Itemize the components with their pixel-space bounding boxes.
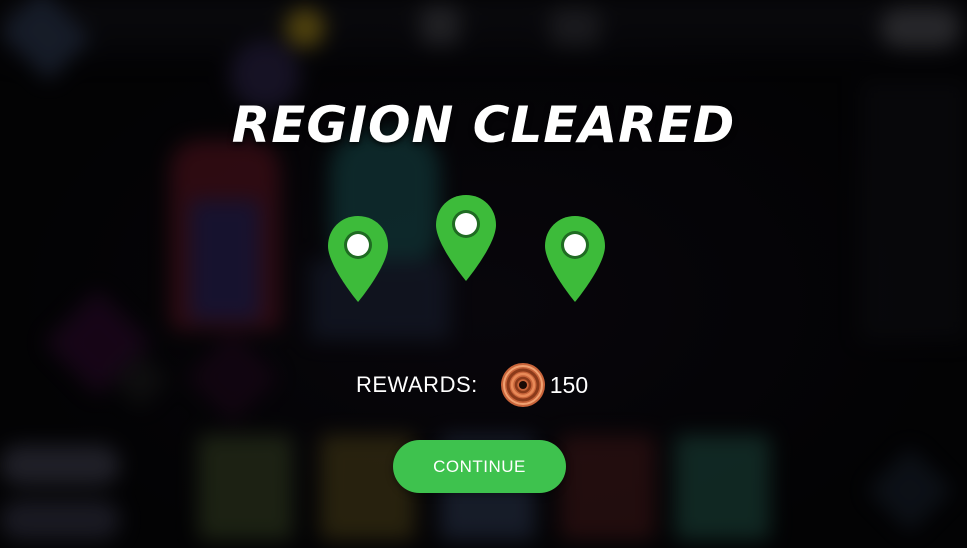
map-pin-icon	[434, 193, 498, 283]
rewards-amount: 150	[549, 371, 589, 398]
rewards-row: REWARDS: 150	[356, 362, 588, 408]
copper-coin-icon	[500, 362, 546, 408]
rewards-label: REWARDS:	[356, 372, 478, 397]
region-cleared-screen: REGION CLEARED REWARDS: 150 CONTINUE	[0, 0, 967, 548]
continue-button[interactable]: CONTINUE	[393, 440, 566, 493]
map-pin-icon	[543, 214, 607, 304]
map-pin-icon	[326, 214, 390, 304]
